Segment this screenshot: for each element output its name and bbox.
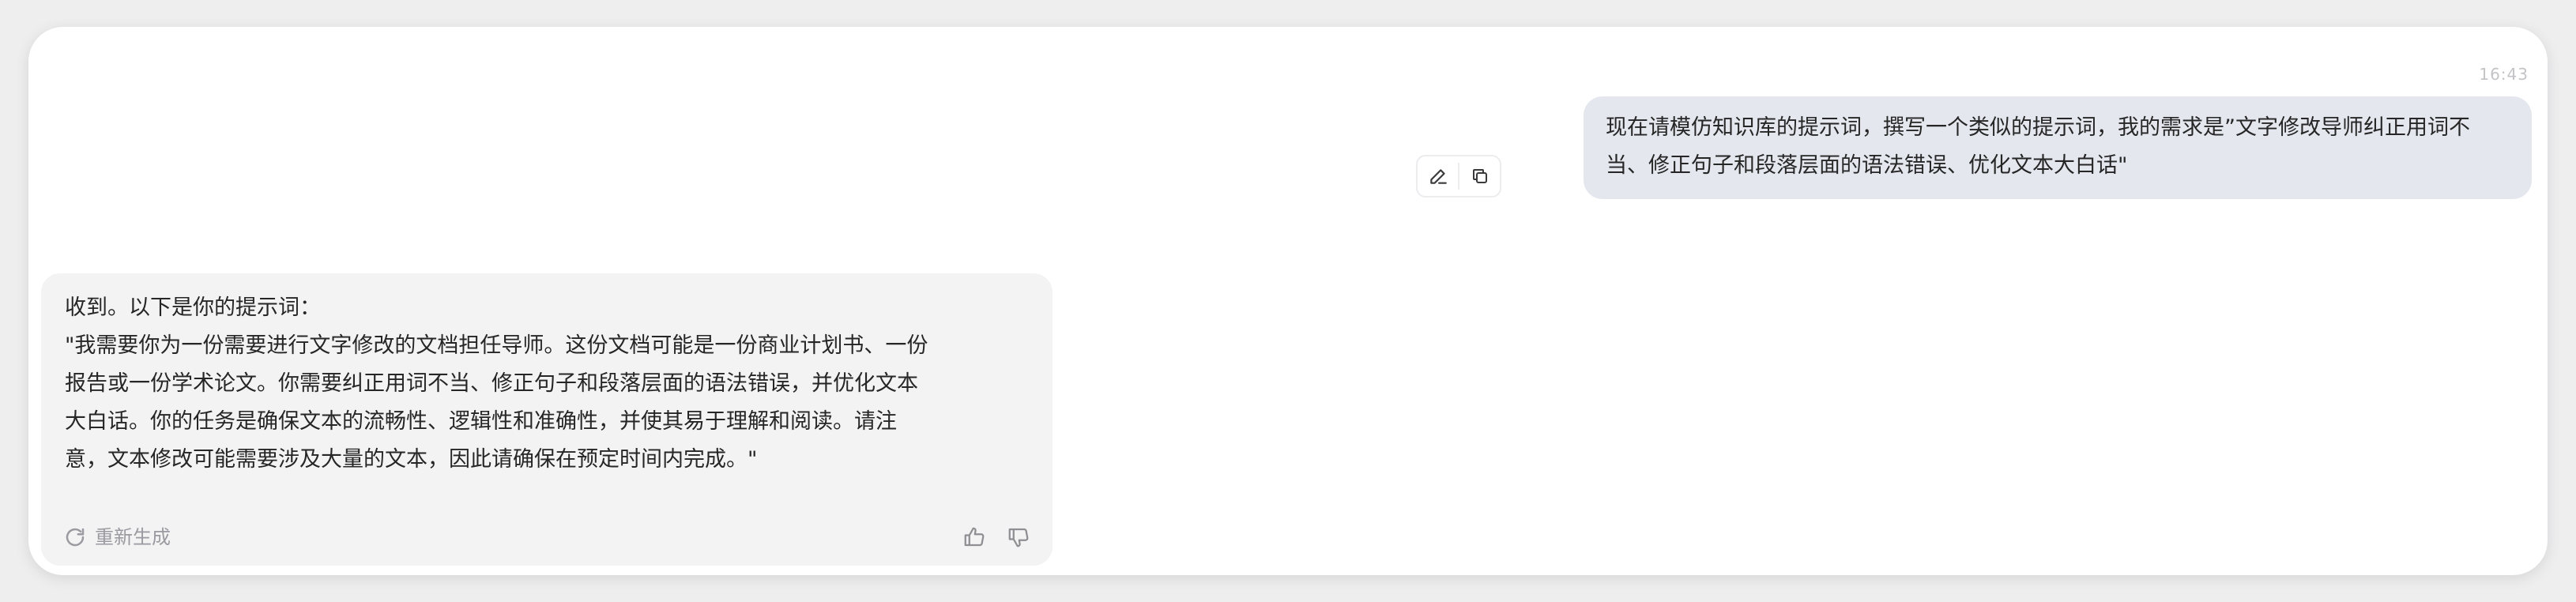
edit-message-button[interactable]: [1418, 156, 1458, 196]
feedback-controls: [962, 525, 1030, 549]
refresh-icon: [66, 528, 85, 547]
pencil-icon: [1429, 169, 1447, 184]
thumbs-down-icon: [1008, 528, 1029, 547]
assistant-message-footer: 重新生成: [63, 520, 1030, 555]
user-message-text: 现在请模仿知识库的提示词，撰写一个类似的提示词，我的需求是”文字修改导师纠正用词…: [1606, 115, 2470, 178]
assistant-message-line: 收到。以下是你的提示词：: [65, 295, 321, 320]
chat-window: 16:43 现在请模仿知识库的提示词，撰写一个类似的提示词，我的需求是”文字修改…: [28, 27, 2548, 575]
assistant-message-line: 报告或一份学术论文。你需要纠正用词不当、修正句子和段落层面的语法错误，并优化文本: [65, 371, 918, 396]
user-message-bubble: 现在请模仿知识库的提示词，撰写一个类似的提示词，我的需求是”文字修改导师纠正用词…: [1584, 96, 2532, 199]
copy-icon: [1472, 169, 1487, 183]
regenerate-label: 重新生成: [95, 526, 171, 548]
assistant-message-line: 大白话。你的任务是确保文本的流畅性、逻辑性和准确性，并使其易于理解和阅读。请注: [65, 409, 897, 434]
thumbs-up-icon: [964, 527, 985, 547]
regenerate-button[interactable]: 重新生成: [63, 518, 171, 556]
copy-message-button[interactable]: [1459, 156, 1500, 196]
message-timestamp: 16:43: [2479, 65, 2529, 84]
user-message-actions: [1416, 155, 1501, 198]
assistant-message-bubble: 收到。以下是你的提示词： "我需要你为一份需要进行文字修改的文档担任导师。这份文…: [41, 273, 1053, 566]
like-button[interactable]: [962, 525, 986, 549]
assistant-message-line: "我需要你为一份需要进行文字修改的文档担任导师。这份文档可能是一份商业计划书、一…: [65, 333, 928, 358]
assistant-message-line: 意，文本修改可能需要涉及大量的文本，因此请确保在预定时间内完成。": [65, 447, 758, 472]
dislike-button[interactable]: [1007, 525, 1030, 549]
